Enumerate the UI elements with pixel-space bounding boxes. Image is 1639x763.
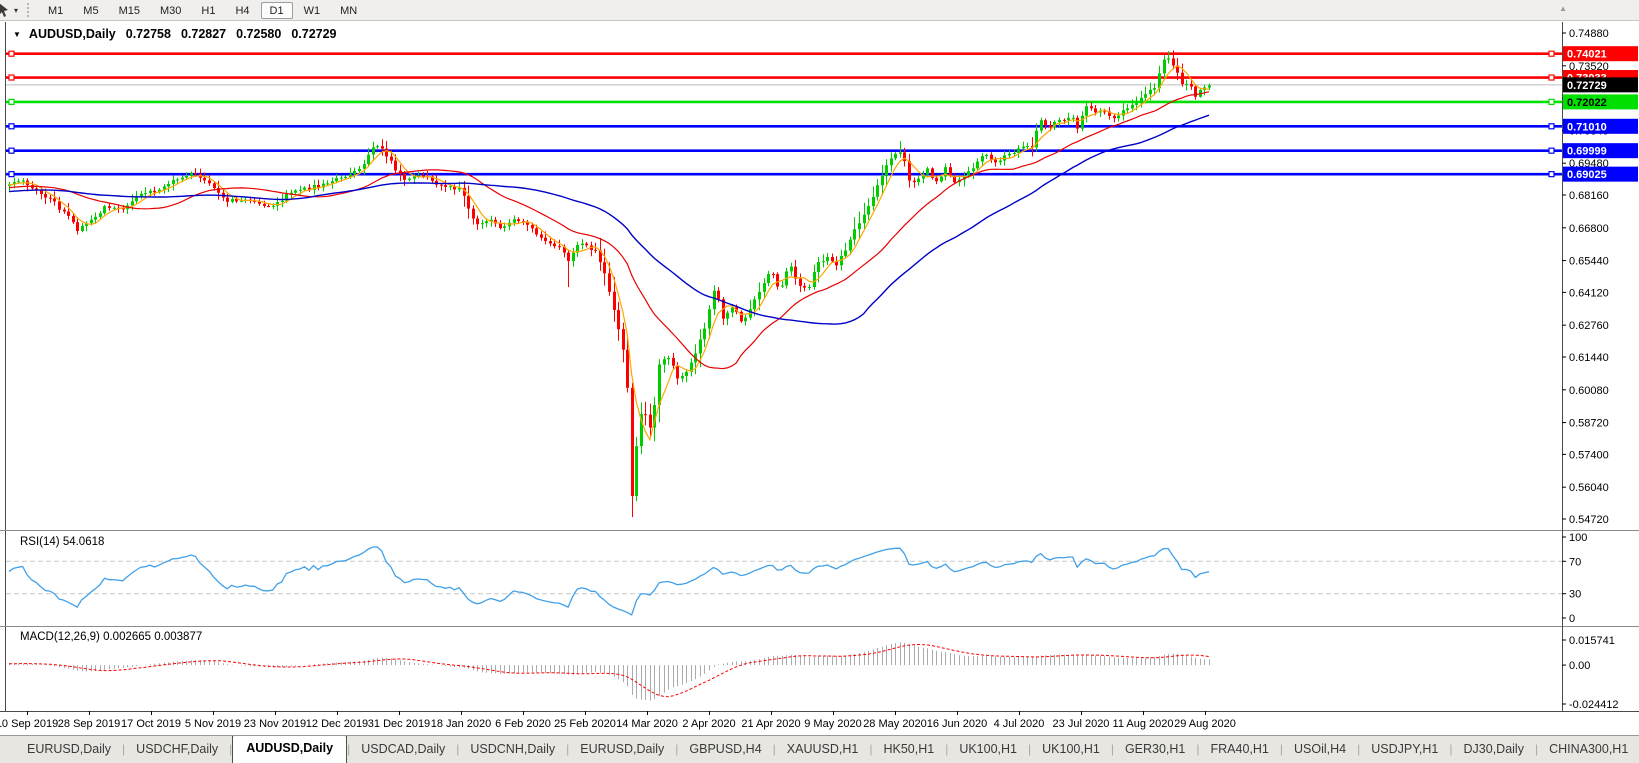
time-axis[interactable]: 10 Sep 201928 Sep 201917 Oct 2019 5 Nov 2… [0,711,1236,730]
svg-text:70: 70 [1569,556,1581,568]
svg-text:23 Nov 2019: 23 Nov 2019 [244,718,306,730]
svg-text:0.60080: 0.60080 [1569,385,1609,397]
svg-text:31 Dec 2019: 31 Dec 2019 [368,718,430,730]
svg-text:0.68160: 0.68160 [1569,190,1609,202]
timeframe-button-M30[interactable]: M30 [151,2,190,19]
horizontal-lines[interactable] [6,51,1562,176]
candlestick-series [8,50,1211,517]
svg-text:0.62760: 0.62760 [1569,320,1609,332]
timeframe-button-M15[interactable]: M15 [110,2,149,19]
svg-text:2 Apr 2020: 2 Apr 2020 [682,718,735,730]
chart-tab-hk50-h1[interactable]: HK50,H1 [872,737,945,763]
svg-text:23 Jul 2020: 23 Jul 2020 [1053,718,1110,730]
chart-tab-fra40-h1[interactable]: FRA40,H1 [1200,737,1280,763]
svg-text:25 Feb 2020: 25 Feb 2020 [554,718,616,730]
scroll-up-icon[interactable]: ▲ [1559,4,1567,13]
svg-text:0.57400: 0.57400 [1569,449,1609,461]
timeframe-button-MN[interactable]: MN [331,2,366,19]
svg-text:28 May 2020: 28 May 2020 [863,718,927,730]
chart-tab-usdcad-daily[interactable]: USDCAD,Daily [350,737,456,763]
chart-tab-usdjpy-h1[interactable]: USDJPY,H1 [1360,737,1449,763]
ma-mid-line [9,92,1209,369]
svg-text:100: 100 [1569,532,1587,544]
crosshair-cursor-icon[interactable] [0,2,11,18]
chart-tab-ger30-h1[interactable]: GER30,H1 [1114,737,1196,763]
svg-text:29 Aug 2020: 29 Aug 2020 [1174,718,1236,730]
tool-caret-icon[interactable]: ▾ [11,6,21,15]
trading-app-window: ▾ M1M5M15M30H1H4D1W1MN ▲ 0.748800.735200… [0,0,1639,763]
timeframe-toolbar: ▾ M1M5M15M30H1H4D1W1MN ▲ [0,0,1639,21]
svg-text:17 Oct 2019: 17 Oct 2019 [121,718,181,730]
chart-title: ▼ AUDUSD,Daily 0.72758 0.72827 0.72580 0… [13,27,337,41]
timeframe-button-M5[interactable]: M5 [74,2,107,19]
svg-text:0.58720: 0.58720 [1569,418,1609,430]
chart-tab-usdchf-daily[interactable]: USDCHF,Daily [125,737,229,763]
svg-text:0.61440: 0.61440 [1569,352,1609,364]
svg-text:18 Jan 2020: 18 Jan 2020 [431,718,492,730]
svg-text:-0.024412: -0.024412 [1569,699,1619,711]
chart-tab-china300-h1[interactable]: CHINA300,H1 [1538,737,1639,763]
svg-text:0.00: 0.00 [1569,660,1590,672]
chart-tab-usoil-h4[interactable]: USOil,H4 [1283,737,1357,763]
svg-text:0.66800: 0.66800 [1569,223,1609,235]
svg-text:0.56040: 0.56040 [1569,482,1609,494]
chart-tab-eurusd-daily[interactable]: EURUSD,Daily [16,737,122,763]
svg-text:0.74880: 0.74880 [1569,28,1609,40]
chart-tab-audusd-daily[interactable]: AUDUSD,Daily [232,735,347,763]
timeframe-button-W1[interactable]: W1 [295,2,330,19]
rsi-plot [6,547,1562,615]
chart-tabbar: EURUSD,Daily|USDCHF,Daily|AUDUSD,Daily|U… [0,735,1639,763]
timeframe-button-M1[interactable]: M1 [39,2,72,19]
svg-text:0.69999: 0.69999 [1567,146,1607,158]
timeframe-button-D1[interactable]: D1 [261,2,293,19]
svg-text:21 Apr 2020: 21 Apr 2020 [741,718,800,730]
svg-text:14 Mar 2020: 14 Mar 2020 [616,718,678,730]
svg-text:0.72022: 0.72022 [1567,97,1607,109]
chart-tab-usdcnh-daily[interactable]: USDCNH,Daily [459,737,566,763]
ohlc-close: 0.72729 [291,27,336,41]
svg-text:0.015741: 0.015741 [1569,635,1615,647]
svg-text:0.71010: 0.71010 [1567,121,1607,133]
svg-text:9 May 2020: 9 May 2020 [804,718,861,730]
svg-text:0.65440: 0.65440 [1569,256,1609,268]
svg-text:28 Sep 2019: 28 Sep 2019 [58,718,120,730]
svg-text:0: 0 [1569,613,1575,625]
svg-text:4 Jul 2020: 4 Jul 2020 [994,718,1045,730]
svg-text:10 Sep 2019: 10 Sep 2019 [0,718,58,730]
ohlc-high: 0.72827 [181,27,226,41]
svg-text:0.72729: 0.72729 [1567,80,1607,92]
macd-indicator-label: MACD(12,26,9) 0.002665 0.003877 [20,631,202,643]
chart-tab-dj30-daily[interactable]: DJ30,Daily [1453,737,1535,763]
ma-fast-line [9,66,1209,440]
chart-tab-uk100-h1[interactable]: UK100,H1 [948,737,1028,763]
svg-text:11 Aug 2020: 11 Aug 2020 [1113,718,1174,730]
svg-text:5 Nov 2019: 5 Nov 2019 [185,718,241,730]
svg-text:16 Jun 2020: 16 Jun 2020 [927,718,988,730]
chart-tab-uk100-h1[interactable]: UK100,H1 [1031,737,1111,763]
chart-canvas[interactable]: 0.748800.735200.721600.708400.694800.681… [0,0,1639,763]
symbol-collapse-icon[interactable]: ▼ [13,30,21,39]
ohlc-low: 0.72580 [236,27,281,41]
rsi-indicator-label: RSI(14) 54.0618 [20,536,104,548]
cursor-tool-group[interactable]: ▾ [0,2,23,18]
svg-text:0.54720: 0.54720 [1569,514,1609,526]
svg-text:30: 30 [1569,589,1581,601]
svg-text:0.74021: 0.74021 [1567,49,1607,61]
ohlc-open: 0.72758 [126,27,171,41]
chart-tab-eurusd-daily[interactable]: EURUSD,Daily [569,737,675,763]
chart-tab-gbpusd-h4[interactable]: GBPUSD,H4 [678,737,772,763]
timeframe-button-H1[interactable]: H1 [192,2,224,19]
toolbar-gripper[interactable] [27,3,31,17]
chart-symbol-label: AUDUSD,Daily [29,27,116,41]
svg-text:0.64120: 0.64120 [1569,287,1609,299]
macd-plot [9,642,1210,700]
timeframe-button-H4[interactable]: H4 [226,2,258,19]
chart-tab-xauusd-h1[interactable]: XAUUSD,H1 [776,737,870,763]
svg-text:6 Feb 2020: 6 Feb 2020 [495,718,551,730]
svg-text:0.69025: 0.69025 [1567,169,1607,181]
svg-text:12 Dec 2019: 12 Dec 2019 [306,718,368,730]
rsi-line [9,547,1209,615]
